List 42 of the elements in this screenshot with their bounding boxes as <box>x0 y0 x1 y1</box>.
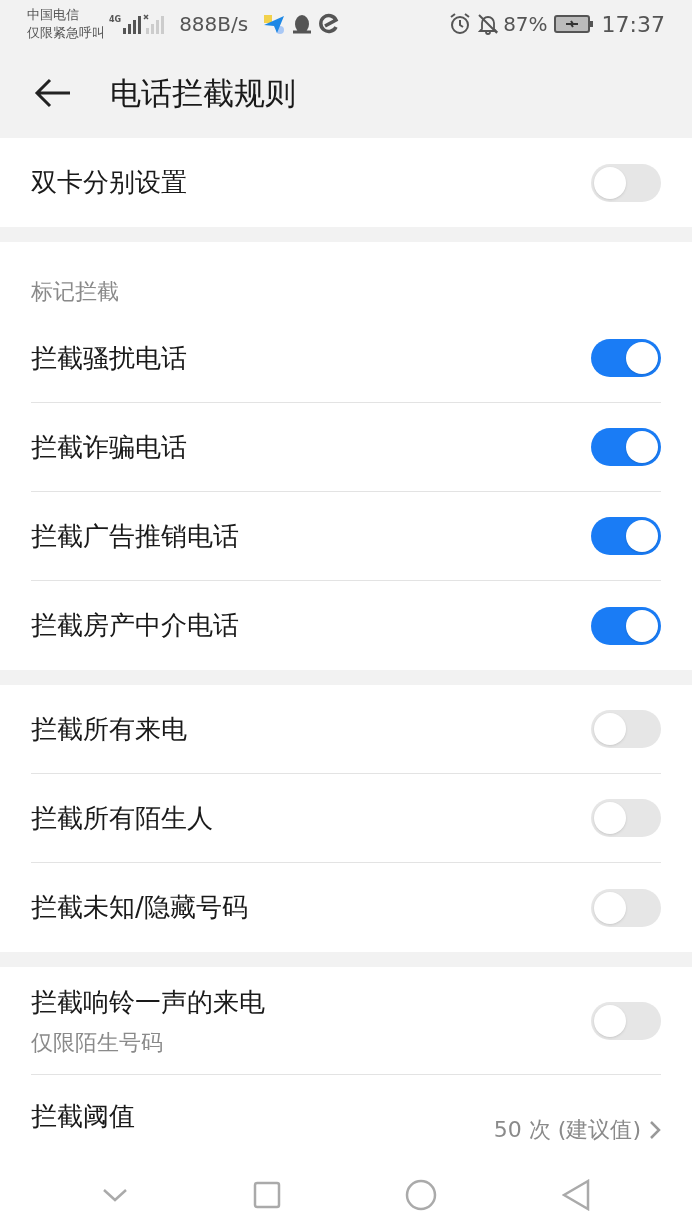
setting-label: 拦截所有来电 <box>31 712 187 746</box>
toggle-switch[interactable] <box>591 606 661 645</box>
bell-muted-icon <box>477 13 500 35</box>
carrier-name: 中国电信 <box>27 6 80 24</box>
setting-value: 50 次 (建议值) <box>493 1116 641 1144</box>
network-speed: 888B/s <box>179 11 249 38</box>
home-icon[interactable] <box>405 1179 438 1211</box>
setting-label: 拦截诈骗电话 <box>31 430 187 464</box>
setting-hint: 仅限陌生号码 <box>31 1028 164 1057</box>
collapse-chevron-icon[interactable] <box>102 1188 129 1202</box>
back-icon[interactable] <box>561 1179 590 1211</box>
signal-icon <box>122 16 143 34</box>
toggle-switch[interactable] <box>591 339 661 377</box>
toggle-switch[interactable] <box>591 1001 661 1040</box>
e-logo-icon <box>318 13 341 35</box>
setting-label: 双卡分别设置 <box>31 166 187 199</box>
toggle-switch[interactable] <box>591 799 661 837</box>
toggle-switch[interactable] <box>591 888 661 927</box>
plane-icon <box>262 13 287 35</box>
setting-label: 拦截未知/隐藏号码 <box>31 891 248 924</box>
setting-label: 拦截响铃一声的来电 <box>31 985 265 1019</box>
toggle-switch[interactable] <box>591 428 661 466</box>
toggle-switch[interactable] <box>591 517 661 555</box>
network-type: 4G <box>109 14 122 26</box>
toggle-switch[interactable] <box>591 710 661 748</box>
recent-apps-icon[interactable] <box>252 1181 281 1209</box>
alarm-icon <box>449 13 472 35</box>
chevron-right-icon <box>649 1119 661 1140</box>
setting-label: 拦截广告推销电话 <box>31 519 239 553</box>
no-signal-icon <box>143 14 166 34</box>
section-heading: 标记拦截 <box>31 278 120 306</box>
setting-label: 拦截所有陌生人 <box>31 801 213 835</box>
page-title: 电话拦截规则 <box>110 73 296 113</box>
setting-label: 拦截房产中介电话 <box>31 609 239 642</box>
setting-label: 拦截阈值 <box>31 1100 135 1133</box>
carrier-status: 仅限紧急呼叫 <box>27 24 105 42</box>
battery-charging-icon <box>553 14 594 34</box>
setting-label: 拦截骚扰电话 <box>31 341 187 375</box>
clock-time: 17:37 <box>601 10 665 39</box>
back-arrow-icon[interactable] <box>34 78 72 108</box>
toggle-switch[interactable] <box>591 163 661 202</box>
battery-percent: 87% <box>503 11 548 38</box>
